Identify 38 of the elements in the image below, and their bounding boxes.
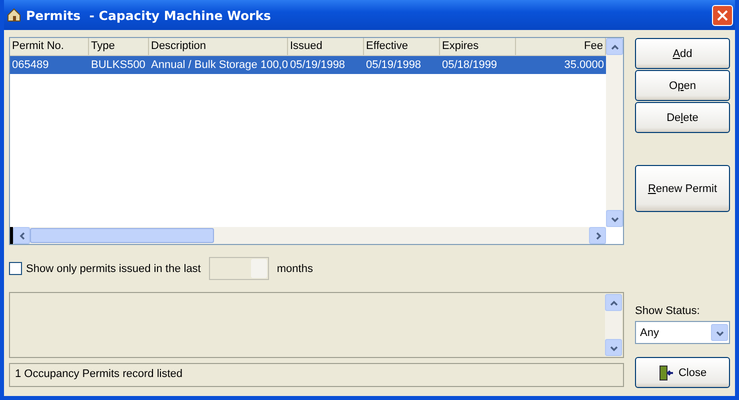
- action-button[interactable]: Open: [635, 70, 730, 101]
- table-cell-text: Annual / Bulk Storage 100,0: [150, 58, 288, 73]
- renew-permit-button[interactable]: Renew Permit: [635, 165, 730, 212]
- column-header[interactable]: Expires: [440, 38, 516, 55]
- scroll-down-button[interactable]: [606, 210, 623, 227]
- column-header[interactable]: Effective: [364, 38, 440, 55]
- table-cell-text: 05/19/1998: [365, 58, 422, 73]
- notes-area[interactable]: [9, 292, 624, 358]
- action-button[interactable]: Add: [635, 38, 730, 69]
- house-icon: [6, 7, 22, 23]
- permit-row[interactable]: 065489 BULKS500 Annual / Bulk Storage 100,0 05/19/1998 05/19/1998 05/18/1999 35.0000: [10, 56, 606, 74]
- table-cell-text: 05/19/1998: [289, 58, 346, 73]
- column-header[interactable]: Permit No.: [10, 38, 89, 55]
- status-bar: 1 Occupancy Permits record listed: [9, 363, 624, 387]
- column-header[interactable]: Description: [149, 38, 288, 55]
- scroll-thumb[interactable]: [30, 228, 214, 243]
- scroll-left-button[interactable]: [13, 227, 30, 244]
- close-window-button[interactable]: [712, 4, 733, 26]
- status-dropdown[interactable]: Any: [635, 321, 730, 344]
- table-cell-text: 065489: [11, 58, 50, 73]
- column-header[interactable]: Issued: [288, 38, 364, 55]
- filter-label: Show only permits issued in the last: [26, 262, 201, 274]
- scroll-up-button[interactable]: [606, 38, 623, 55]
- table-cell-text: 05/18/1999: [441, 58, 498, 73]
- window-title: Permits - Capacity Machine Works: [26, 8, 272, 22]
- table-cell-text: BULKS500: [90, 58, 146, 73]
- filter-checkbox[interactable]: [9, 262, 22, 275]
- scroll-down-button[interactable]: [605, 339, 622, 356]
- months-label: months: [276, 262, 313, 274]
- action-button[interactable]: Delete: [635, 102, 730, 133]
- close-button[interactable]: Close: [635, 357, 730, 388]
- table-cell-text: 35.0000: [563, 58, 605, 73]
- scroll-right-button[interactable]: [589, 227, 606, 244]
- show-status-label: Show Status:: [635, 305, 701, 317]
- door-icon: [658, 364, 674, 380]
- close-icon: [717, 10, 728, 20]
- column-header[interactable]: Type: [89, 38, 149, 55]
- scroll-up-button[interactable]: [605, 294, 622, 311]
